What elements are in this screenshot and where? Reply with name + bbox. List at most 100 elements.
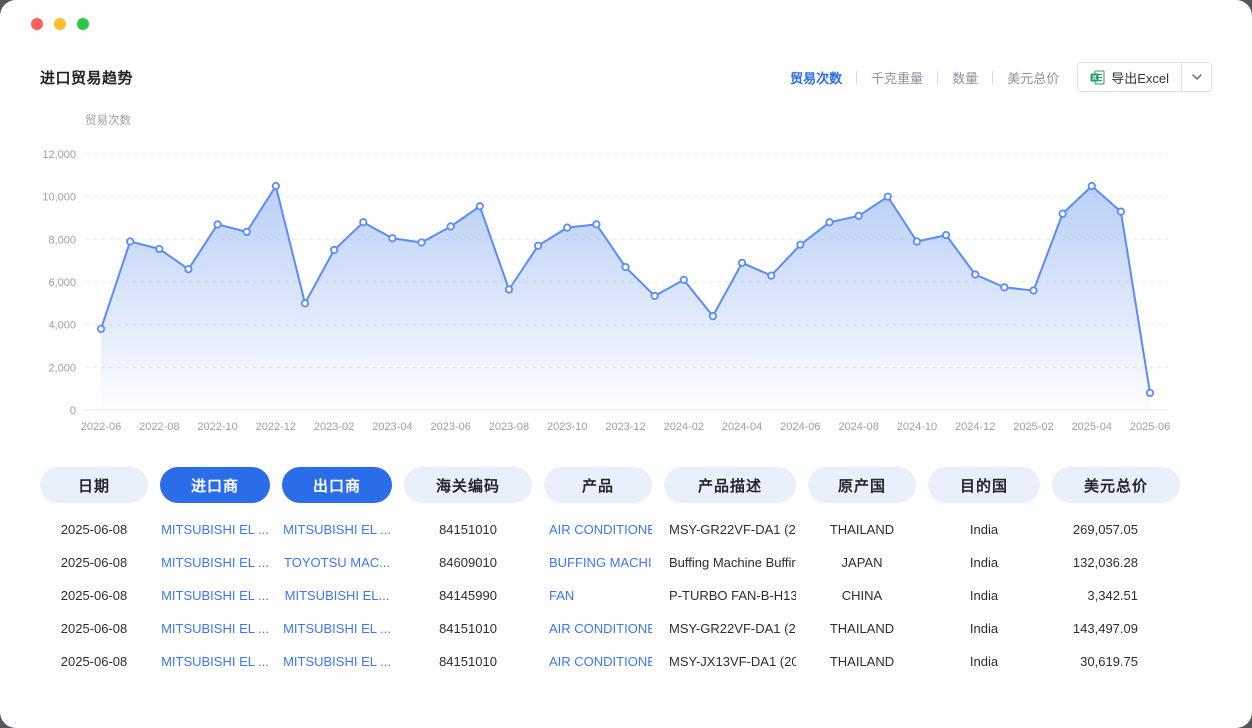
importer-link[interactable]: MITSUBISHI EL ...: [160, 588, 270, 603]
date-cell: 2025-06-08: [40, 522, 148, 537]
exporter-link[interactable]: TOYOTSU MAC...: [282, 555, 392, 570]
data-point: [855, 213, 861, 219]
table-row: 2025-06-08 MITSUBISHI EL ... MITSUBISHI EL…: [40, 513, 1212, 546]
toolbar-right: 贸易次数 千克重量 数量 美元总价 X 导出Excel: [790, 62, 1212, 92]
data-point: [418, 239, 424, 245]
data-point: [214, 221, 220, 227]
metric-tab-1[interactable]: 贸易次数: [790, 68, 842, 87]
column-filter-row: 日期进口商出口商海关编码产品产品描述原产国目的国美元总价: [40, 467, 1212, 503]
y-tick-label: 12,000: [42, 149, 76, 161]
column-filter-pill[interactable]: 美元总价: [1052, 467, 1180, 503]
data-point: [1001, 284, 1007, 290]
metric-tab-3[interactable]: 数量: [952, 68, 978, 87]
data-point: [1118, 208, 1124, 214]
data-point: [768, 272, 774, 278]
data-point: [156, 246, 162, 252]
data-point: [1089, 183, 1095, 189]
importer-link[interactable]: MITSUBISHI EL ...: [160, 654, 270, 669]
data-point: [972, 271, 978, 277]
y-tick-label: 8,000: [48, 234, 76, 246]
product-link[interactable]: FAN: [544, 588, 652, 603]
exporter-link[interactable]: MITSUBISHI EL ...: [282, 522, 392, 537]
description-cell: MSY-JX13VF-DA1 (20D...: [664, 654, 796, 669]
y-tick-label: 0: [70, 405, 76, 417]
data-point: [943, 232, 949, 238]
product-link[interactable]: AIR CONDITIONER: [544, 621, 652, 636]
column-filter-pill[interactable]: 原产国: [808, 467, 916, 503]
svg-text:X: X: [1092, 75, 1097, 82]
importer-link[interactable]: MITSUBISHI EL ...: [160, 522, 270, 537]
data-point: [389, 235, 395, 241]
date-cell: 2025-06-08: [40, 555, 148, 570]
trend-chart: 贸易次数 02,0004,0006,0008,00010,00012,00020…: [40, 112, 1212, 443]
metric-tab-4[interactable]: 美元总价: [1007, 68, 1059, 87]
data-point: [273, 183, 279, 189]
data-point: [710, 313, 716, 319]
product-link[interactable]: AIR CONDITIONER: [544, 654, 652, 669]
export-options-dropdown[interactable]: [1181, 63, 1211, 91]
destination-country-cell: India: [928, 588, 1040, 603]
importer-link[interactable]: MITSUBISHI EL ...: [160, 555, 270, 570]
trend-chart-canvas[interactable]: 02,0004,0006,0008,00010,00012,0002022-06…: [40, 130, 1212, 438]
data-point: [593, 221, 599, 227]
column-filter-pill[interactable]: 目的国: [928, 467, 1040, 503]
destination-country-cell: India: [928, 555, 1040, 570]
description-cell: MSY-GR22VF-DA1 (20...: [664, 621, 796, 636]
hs-code-cell: 84151010: [404, 621, 532, 636]
column-filter-pill[interactable]: 出口商: [282, 467, 392, 503]
data-point: [622, 264, 628, 270]
origin-country-cell: THAILAND: [808, 621, 916, 636]
column-filter-pill[interactable]: 海关编码: [404, 467, 532, 503]
hs-code-cell: 84151010: [404, 522, 532, 537]
x-tick-label: 2024-06: [780, 421, 820, 433]
minimize-window-button[interactable]: [54, 18, 66, 30]
date-cell: 2025-06-08: [40, 621, 148, 636]
data-point: [797, 241, 803, 247]
exporter-link[interactable]: MITSUBISHI EL ...: [282, 654, 392, 669]
x-tick-label: 2024-08: [838, 421, 878, 433]
chevron-down-icon: [1192, 74, 1202, 80]
data-point: [302, 300, 308, 306]
date-cell: 2025-06-08: [40, 654, 148, 669]
exporter-link[interactable]: MITSUBISHI EL...: [282, 588, 392, 603]
description-cell: Buffing Machine Buffir...: [664, 555, 796, 570]
x-tick-label: 2023-08: [489, 421, 529, 433]
data-point: [1059, 211, 1065, 217]
data-point: [651, 293, 657, 299]
hs-code-cell: 84151010: [404, 654, 532, 669]
x-tick-label: 2022-12: [256, 421, 296, 433]
usd-total-cell: 143,497.09: [1052, 621, 1180, 636]
x-tick-label: 2022-08: [139, 421, 179, 433]
product-link[interactable]: BUFFING MACHINE: [544, 555, 652, 570]
product-link[interactable]: AIR CONDITIONER: [544, 522, 652, 537]
app-window: 进口贸易趋势 贸易次数千克重量数量美元总价 X 导出: [0, 0, 1252, 728]
exporter-link[interactable]: MITSUBISHI EL ...: [282, 621, 392, 636]
importer-link[interactable]: MITSUBISHI EL ...: [160, 621, 270, 636]
metric-divider: [937, 71, 938, 84]
data-point: [185, 266, 191, 272]
x-tick-label: 2025-02: [1013, 421, 1053, 433]
y-tick-label: 6,000: [48, 277, 76, 289]
close-window-button[interactable]: [31, 18, 43, 30]
x-tick-label: 2024-02: [664, 421, 704, 433]
data-point: [826, 219, 832, 225]
metric-tab-2[interactable]: 千克重量: [871, 68, 923, 87]
excel-file-icon: X: [1090, 70, 1105, 85]
column-filter-pill[interactable]: 产品描述: [664, 467, 796, 503]
export-excel-button[interactable]: X 导出Excel: [1078, 63, 1181, 91]
metric-divider: [856, 71, 857, 84]
zoom-window-button[interactable]: [77, 18, 89, 30]
x-tick-label: 2024-10: [897, 421, 937, 433]
y-axis-title: 贸易次数: [85, 112, 1212, 128]
data-point: [477, 203, 483, 209]
destination-country-cell: India: [928, 621, 1040, 636]
table-row: 2025-06-08 MITSUBISHI EL ... MITSUBISHI EL…: [40, 612, 1212, 645]
column-filter-pill[interactable]: 产品: [544, 467, 652, 503]
data-point: [885, 193, 891, 199]
column-filter-pill[interactable]: 进口商: [160, 467, 270, 503]
description-cell: MSY-GR22VF-DA1 (20...: [664, 522, 796, 537]
column-filter-pill[interactable]: 日期: [40, 467, 148, 503]
x-tick-label: 2024-04: [722, 421, 762, 433]
data-point: [360, 219, 366, 225]
metric-toggle-group: 贸易次数 千克重量 数量 美元总价: [790, 68, 1059, 87]
